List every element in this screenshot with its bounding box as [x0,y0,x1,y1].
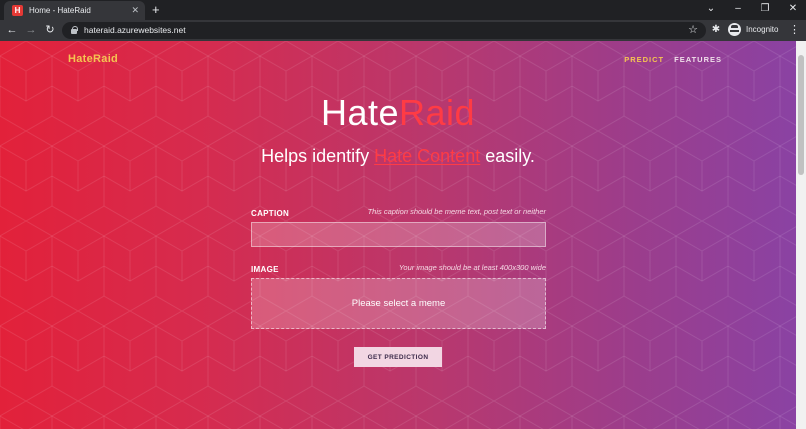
chevron-down-icon[interactable]: ⌄ [703,2,719,16]
new-tab-icon[interactable]: + [152,2,160,17]
image-hint: Your image should be at least 400x300 wi… [398,263,546,272]
maximize-icon[interactable]: ❐ [757,2,773,16]
scroll-thumb[interactable] [798,55,804,175]
forward-icon[interactable]: → [24,23,38,37]
tab-close-icon[interactable]: ✕ [131,5,139,15]
page-body: HateRaid PREDICT FEATURES HateRaid Helps… [0,41,796,429]
hero-title-accent: Raid [399,92,476,133]
hero-subtitle-after: easily. [480,146,535,166]
incognito-icon [728,23,741,36]
star-icon[interactable]: ☆ [688,23,698,37]
close-icon[interactable]: ✕ [785,2,801,16]
incognito-indicator[interactable]: Incognito [728,23,778,36]
top-nav: PREDICT FEATURES [624,55,722,64]
caption-input[interactable] [251,222,546,247]
tab-strip: H Home - HateRaid ✕ + ⌄ – ❐ ✕ [0,0,806,20]
browser-toolbar: ← → ↻ hateraid.azurewebsites.net ☆ [0,20,806,41]
hero-subtitle: Helps identify Hate Content easily. [0,146,796,167]
hero-title: HateRaid [0,92,796,134]
tab-title: Home - HateRaid [29,6,91,15]
hero-subtitle-before: Helps identify [261,146,375,166]
dropzone-text: Please select a meme [351,298,446,309]
image-dropzone[interactable]: Please select a meme [251,278,546,329]
get-prediction-button[interactable]: GET PREDICTION [354,347,442,367]
minimize-icon[interactable]: – [730,2,746,16]
menu-icon[interactable]: ⋮ [789,23,800,37]
hero-title-main: Hate [320,92,399,133]
caption-hint: This caption should be meme text, post t… [367,207,546,216]
reload-icon[interactable]: ↻ [43,23,57,37]
favicon-icon: H [12,5,23,16]
lock-icon [71,26,78,34]
nav-link-features[interactable]: FEATURES [674,55,722,64]
image-label: IMAGE [251,265,279,274]
address-bar[interactable]: hateraid.azurewebsites.net ☆ [62,22,706,39]
hero-subtitle-highlight: Hate Content [374,146,481,166]
browser-tab[interactable]: H Home - HateRaid ✕ [4,1,145,20]
page-scrollbar[interactable] [796,41,806,429]
caption-label: CAPTION [251,209,290,218]
extensions-icon[interactable]: ✱ [710,23,722,37]
back-icon[interactable]: ← [5,23,19,37]
nav-link-predict[interactable]: PREDICT [624,55,664,64]
url-text[interactable]: hateraid.azurewebsites.net [84,25,186,36]
incognito-label: Incognito [746,25,779,34]
brand-logo[interactable]: HateRaid [68,53,118,65]
